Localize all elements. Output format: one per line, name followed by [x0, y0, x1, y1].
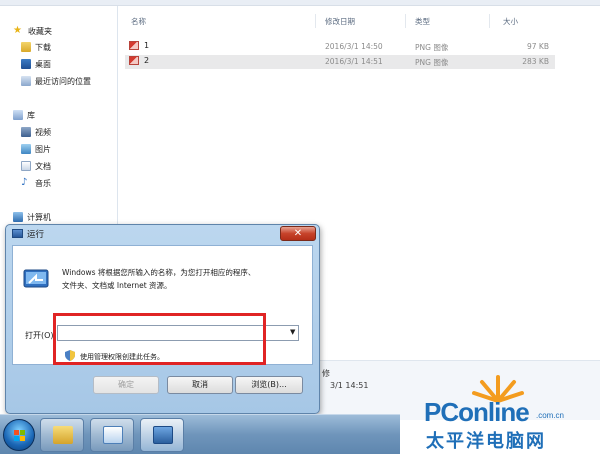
ok-button[interactable]: 确定 — [93, 376, 159, 394]
file-row-selected[interactable]: 2 2016/3/1 14:51 PNG 图像 283 KB — [125, 55, 555, 69]
desktop-icon — [21, 59, 31, 69]
close-button[interactable]: ✕ — [280, 226, 316, 241]
dialog-description-line1: Windows 将根据您所输入的名称，为您打开相应的程序、 — [62, 268, 256, 277]
open-field-label: 打开(O): — [25, 331, 57, 340]
nav-item-downloads[interactable]: 下载 — [21, 40, 51, 54]
nav-item-label: 文档 — [35, 161, 51, 171]
dialog-description-line2: 文件夹、文档或 Internet 资源。 — [62, 281, 172, 290]
nav-item-pictures[interactable]: 图片 — [21, 142, 51, 156]
computer-icon — [13, 212, 23, 222]
nav-item-videos[interactable]: 视频 — [21, 125, 51, 139]
png-file-icon — [129, 56, 139, 65]
taskbar-chat-window[interactable] — [90, 418, 134, 452]
library-icon — [13, 110, 23, 120]
file-name-cell: 2 — [129, 56, 149, 65]
nav-item-label: 视频 — [35, 127, 51, 137]
run-window-icon — [153, 426, 173, 444]
close-icon: ✕ — [293, 228, 303, 239]
recent-places-icon — [21, 76, 31, 86]
pconline-watermark: PConline .com.cn 太平洋电脑网 — [400, 365, 600, 454]
column-divider[interactable] — [489, 14, 490, 28]
file-size: 283 KB — [522, 57, 549, 66]
file-name: 1 — [144, 41, 150, 50]
run-program-icon — [23, 269, 49, 288]
file-modified: 2016/3/1 14:51 — [325, 57, 383, 66]
file-name-cell: 1 — [129, 41, 149, 50]
windows-logo-icon — [14, 430, 25, 441]
run-app-icon — [12, 229, 23, 238]
file-name: 2 — [144, 56, 150, 65]
nav-item-documents[interactable]: 文档 — [21, 159, 51, 173]
red-highlight-box — [53, 313, 266, 365]
chevron-down-icon[interactable]: ▼ — [290, 328, 295, 336]
video-library-icon — [21, 127, 31, 137]
watermark-brand: PConline — [424, 397, 530, 427]
dialog-content: Windows 将根据您所输入的名称，为您打开相应的程序、 文件夹、文档或 In… — [12, 245, 313, 365]
start-button[interactable] — [3, 419, 35, 451]
column-divider[interactable] — [315, 14, 316, 28]
nav-item-label: 最近访问的位置 — [35, 76, 91, 86]
column-header-modified[interactable]: 修改日期 — [325, 14, 355, 28]
star-icon: ★ — [13, 25, 22, 36]
nav-libraries-label: 库 — [27, 110, 35, 120]
nav-favorites[interactable]: ★ 收藏夹 — [13, 24, 52, 38]
file-type: PNG 图像 — [415, 58, 449, 67]
cancel-button[interactable]: 取消 — [167, 376, 233, 394]
column-divider[interactable] — [405, 14, 406, 28]
file-size: 97 KB — [527, 42, 549, 51]
taskbar — [0, 414, 400, 454]
nav-computer-label: 计算机 — [27, 212, 51, 222]
nav-item-desktop[interactable]: 桌面 — [21, 57, 51, 71]
music-note-icon: ♪ — [21, 177, 28, 188]
file-row[interactable]: 1 2016/3/1 14:50 PNG 图像 97 KB — [125, 40, 555, 54]
nav-libraries[interactable]: 库 — [13, 108, 35, 122]
nav-computer[interactable]: 计算机 — [13, 210, 51, 224]
picture-library-icon — [21, 144, 31, 154]
document-library-icon — [21, 161, 31, 171]
nav-item-recent-places[interactable]: 最近访问的位置 — [21, 74, 91, 88]
file-modified: 2016/3/1 14:50 — [325, 42, 383, 51]
browse-button[interactable]: 浏览(B)... — [235, 376, 303, 394]
details-modified-label: 修 — [322, 369, 330, 378]
column-header-size[interactable]: 大小 — [503, 14, 518, 28]
details-modified-time: 3/1 14:51 — [330, 381, 369, 390]
chat-bubble-icon — [103, 426, 123, 444]
column-header-type[interactable]: 类型 — [415, 14, 430, 28]
folder-icon — [53, 426, 73, 444]
nav-item-label: 图片 — [35, 144, 51, 154]
taskbar-file-explorer[interactable] — [40, 418, 84, 452]
watermark-domain: .com.cn — [536, 411, 565, 420]
nav-item-label: 下载 — [35, 42, 51, 52]
dialog-button-bar: 确定 取消 浏览(B)... — [7, 367, 318, 412]
png-file-icon — [129, 41, 139, 50]
nav-favorites-label: 收藏夹 — [28, 26, 52, 36]
nav-item-label: 桌面 — [35, 59, 51, 69]
dialog-title: 运行 — [27, 230, 45, 240]
nav-item-label: 音乐 — [35, 178, 51, 188]
file-type: PNG 图像 — [415, 43, 449, 52]
run-dialog: 运行 ✕ Windows 将根据您所输入的名称，为您打开相应的程序、 文件夹、文… — [5, 224, 320, 414]
watermark-chinese-name: 太平洋电脑网 — [426, 431, 546, 452]
taskbar-run-window[interactable] — [140, 418, 184, 452]
column-header-name[interactable]: 名称 — [131, 14, 146, 28]
dialog-title-bar[interactable]: 运行 ✕ — [6, 225, 319, 243]
nav-item-music[interactable]: ♪ 音乐 — [21, 176, 51, 190]
download-folder-icon — [21, 42, 31, 52]
